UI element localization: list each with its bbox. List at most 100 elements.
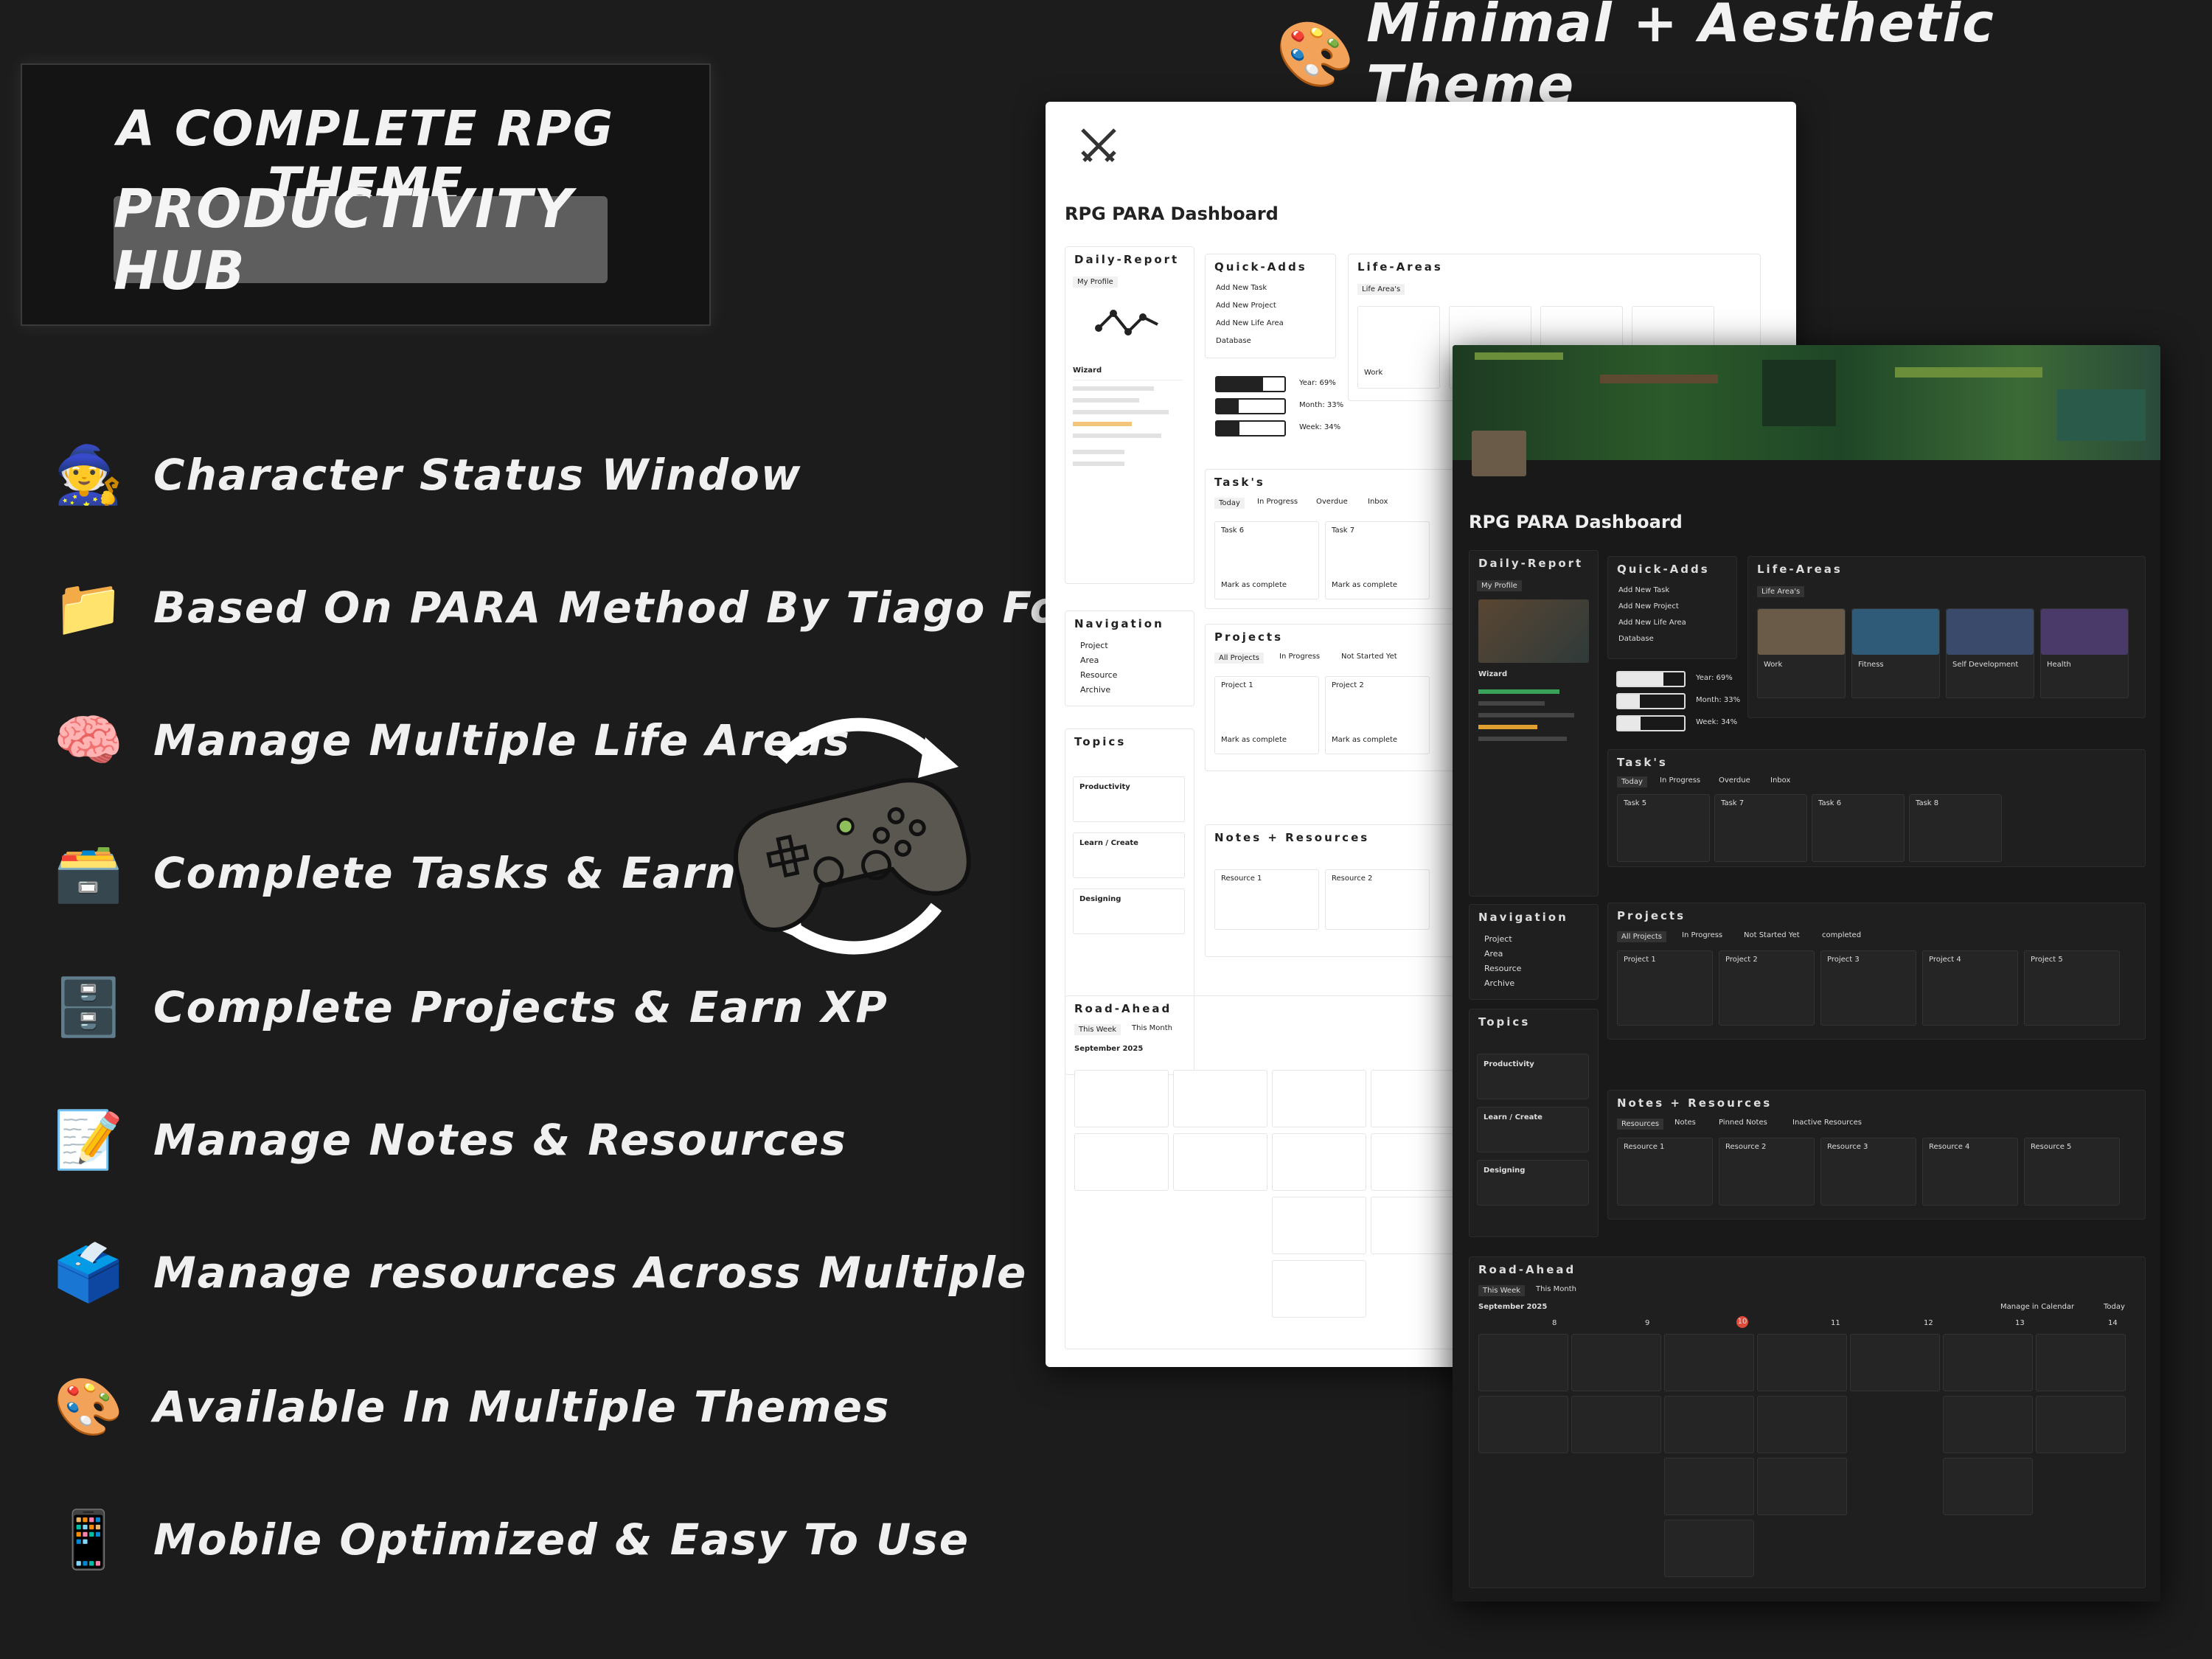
nav-resource[interactable]: Resource [1080, 670, 1117, 680]
life-area-card[interactable]: Work [1357, 306, 1440, 389]
project-card[interactable]: Project 5 [2024, 950, 2120, 1026]
life-area-card[interactable]: Self Development [1946, 608, 2034, 698]
resource-card[interactable]: Resource 3 [1820, 1138, 1916, 1206]
task-card[interactable]: Task 5 [1617, 794, 1710, 862]
calendar-task-card[interactable] [1757, 1334, 1847, 1391]
calendar-task-card[interactable] [1272, 1133, 1366, 1191]
quick-add-database[interactable]: Database [1618, 635, 1654, 643]
task-card[interactable]: Task 6 [1812, 794, 1905, 862]
tab-not-started[interactable]: Not Started Yet [1341, 653, 1397, 661]
tab-in-progress[interactable]: In Progress [1660, 776, 1700, 785]
tab-resources[interactable]: Resources [1617, 1119, 1664, 1130]
task-card[interactable]: Task 7 [1714, 794, 1807, 862]
nav-project[interactable]: Project [1484, 934, 1512, 944]
nav-archive[interactable]: Archive [1080, 685, 1110, 695]
calendar-task-card[interactable] [1173, 1070, 1267, 1127]
topic-card[interactable]: Productivity [1073, 776, 1185, 822]
quick-add-project[interactable]: Add New Project [1618, 602, 1679, 611]
resource-card[interactable]: Resource 4 [1922, 1138, 2018, 1206]
calendar-task-card[interactable] [1371, 1070, 1465, 1127]
nav-archive[interactable]: Archive [1484, 978, 1514, 988]
topic-card[interactable]: Designing [1477, 1160, 1589, 1206]
calendar-task-card[interactable] [1478, 1396, 1568, 1453]
quick-add-database[interactable]: Database [1216, 337, 1251, 345]
tab-in-progress[interactable]: In Progress [1257, 498, 1298, 506]
calendar-task-card[interactable] [1943, 1458, 2033, 1515]
project-card[interactable]: Project 2 [1719, 950, 1815, 1026]
calendar-task-card[interactable] [1571, 1396, 1661, 1453]
tab-today[interactable]: Today [1214, 498, 1245, 509]
calendar-task-card[interactable] [2036, 1396, 2126, 1453]
mark-complete-button[interactable]: Mark as complete [1221, 736, 1287, 744]
calendar-task-card[interactable] [1943, 1396, 2033, 1453]
quick-add-life-area[interactable]: Add New Life Area [1216, 319, 1284, 327]
topic-card[interactable]: Learn / Create [1073, 832, 1185, 878]
tab-this-month[interactable]: This Month [1132, 1024, 1172, 1032]
life-area-card[interactable]: Work [1757, 608, 1846, 698]
my-profile-tab[interactable]: My Profile [1073, 276, 1118, 288]
mark-complete-button[interactable]: Mark as complete [1221, 581, 1287, 589]
tab-completed[interactable]: completed [1822, 931, 1861, 939]
tab-in-progress[interactable]: In Progress [1279, 653, 1320, 661]
tab-this-month[interactable]: This Month [1536, 1285, 1576, 1293]
calendar-task-card[interactable] [1850, 1334, 1940, 1391]
manage-calendar-button[interactable]: Manage in Calendar [2000, 1303, 2074, 1311]
calendar-task-card[interactable] [1371, 1197, 1465, 1254]
nav-area[interactable]: Area [1484, 949, 1503, 959]
calendar-task-card[interactable] [1272, 1197, 1366, 1254]
my-profile-tab[interactable]: My Profile [1477, 580, 1522, 591]
calendar-task-card[interactable] [1943, 1334, 2033, 1391]
quick-add-life-area[interactable]: Add New Life Area [1618, 619, 1686, 627]
project-card[interactable]: Project 2 Mark as complete [1325, 676, 1430, 754]
calendar-task-card[interactable] [1074, 1133, 1169, 1191]
nav-project[interactable]: Project [1080, 641, 1108, 650]
calendar-task-card[interactable] [1478, 1334, 1568, 1391]
tab-in-progress[interactable]: In Progress [1682, 931, 1722, 939]
nav-area[interactable]: Area [1080, 655, 1099, 665]
calendar-task-card[interactable] [1173, 1133, 1267, 1191]
calendar-task-card[interactable] [1664, 1396, 1754, 1453]
tab-today[interactable]: Today [1617, 776, 1647, 787]
life-areas-tab[interactable]: Life Area's [1757, 586, 1805, 597]
tab-overdue[interactable]: Overdue [1719, 776, 1750, 785]
topic-card[interactable]: Designing [1073, 888, 1185, 934]
calendar-task-card[interactable] [1664, 1334, 1754, 1391]
topic-card[interactable]: Productivity [1477, 1054, 1589, 1099]
resource-card[interactable]: Resource 1 [1617, 1138, 1713, 1206]
tab-all-projects[interactable]: All Projects [1214, 653, 1264, 664]
topic-card[interactable]: Learn / Create [1477, 1107, 1589, 1152]
project-card[interactable]: Project 4 [1922, 950, 2018, 1026]
tab-pinned-notes[interactable]: Pinned Notes [1719, 1119, 1767, 1127]
calendar-task-card[interactable] [1664, 1458, 1754, 1515]
task-card[interactable]: Task 6 Mark as complete [1214, 521, 1319, 599]
project-card[interactable]: Project 3 [1820, 950, 1916, 1026]
task-card[interactable]: Task 8 [1909, 794, 2002, 862]
mark-complete-button[interactable]: Mark as complete [1332, 581, 1397, 589]
mark-complete-button[interactable]: Mark as complete [1332, 736, 1397, 744]
calendar-task-card[interactable] [1571, 1334, 1661, 1391]
calendar-task-card[interactable] [1272, 1070, 1366, 1127]
tab-inbox[interactable]: Inbox [1368, 498, 1388, 506]
nav-resource[interactable]: Resource [1484, 964, 1521, 973]
tab-inactive-resources[interactable]: Inactive Resources [1792, 1119, 1862, 1127]
calendar-task-card[interactable] [1757, 1396, 1847, 1453]
tab-all-projects[interactable]: All Projects [1617, 931, 1666, 942]
resource-card[interactable]: Resource 2 [1719, 1138, 1815, 1206]
calendar-task-card[interactable] [1371, 1133, 1465, 1191]
tab-this-week[interactable]: This Week [1074, 1024, 1121, 1035]
tab-this-week[interactable]: This Week [1478, 1285, 1526, 1296]
resource-card[interactable]: Resource 1 [1214, 869, 1319, 930]
project-card[interactable]: Project 1 Mark as complete [1214, 676, 1319, 754]
calendar-task-card[interactable] [1664, 1520, 1754, 1577]
life-areas-tab[interactable]: Life Area's [1357, 284, 1405, 295]
resource-card[interactable]: Resource 2 [1325, 869, 1430, 930]
life-area-card[interactable]: Fitness [1851, 608, 1940, 698]
life-area-card[interactable]: Health [2040, 608, 2129, 698]
project-card[interactable]: Project 1 [1617, 950, 1713, 1026]
calendar-task-card[interactable] [1272, 1260, 1366, 1318]
calendar-task-card[interactable] [1074, 1070, 1169, 1127]
quick-add-project[interactable]: Add New Project [1216, 302, 1276, 310]
calendar-task-card[interactable] [2036, 1334, 2126, 1391]
tab-notes[interactable]: Notes [1674, 1119, 1696, 1127]
today-button[interactable]: Today [2104, 1303, 2125, 1311]
